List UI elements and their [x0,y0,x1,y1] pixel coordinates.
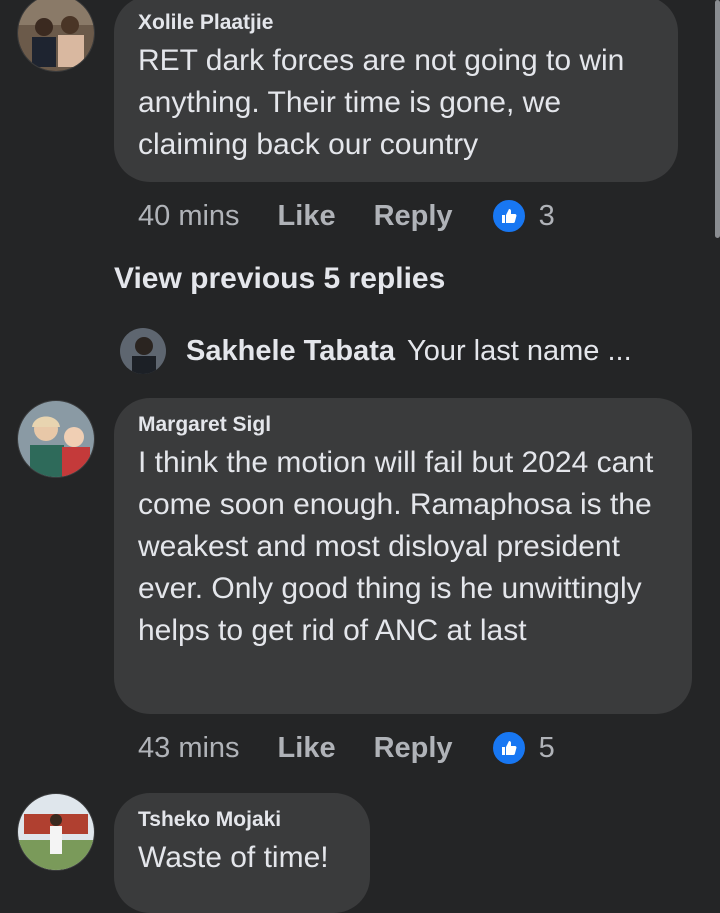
thumbs-up-icon[interactable] [490,730,527,766]
reaction-count[interactable]: 5 [539,732,555,765]
comment-bubble: Margaret Sigl I think the motion will fa… [114,398,692,714]
like-button[interactable]: Like [278,732,336,765]
reply-author[interactable]: Sakhele Tabata [186,335,395,368]
reply-button[interactable]: Reply [374,732,453,765]
comment-bubble: Xolile Plaatjie RET dark forces are not … [114,0,678,182]
reply-text: Your last name ... [407,334,632,367]
comment-actions: 40 mins Like Reply 3 [138,196,555,236]
reply-button[interactable]: Reply [374,200,453,233]
scrollbar[interactable] [715,0,720,238]
avatar-xolile[interactable] [17,0,95,72]
thumbs-up-icon[interactable] [490,198,527,234]
reaction-count[interactable]: 3 [539,200,555,233]
view-previous-replies-link[interactable]: View previous 5 replies [114,262,445,296]
comment-actions: 43 mins Like Reply 5 [138,728,555,768]
comment-author[interactable]: Tsheko Mojaki [138,807,346,833]
comment-time[interactable]: 40 mins [138,200,240,233]
like-button[interactable]: Like [278,200,336,233]
comment-text: I think the motion will fail but 2024 ca… [138,446,654,647]
comment-author[interactable]: Xolile Plaatjie [138,10,654,36]
comment-text: RET dark forces are not going to win any… [138,44,625,161]
avatar-margaret[interactable] [17,400,95,478]
avatar-tsheko[interactable] [17,793,95,871]
comment-text: Waste of time! [138,841,329,874]
avatar-sakhele[interactable] [120,328,166,374]
comment-bubble: Tsheko Mojaki Waste of time! [114,793,370,913]
reply-preview[interactable]: Sakhele Tabata Your last name ... [120,326,632,376]
comment-time[interactable]: 43 mins [138,732,240,765]
comment-author[interactable]: Margaret Sigl [138,412,668,438]
